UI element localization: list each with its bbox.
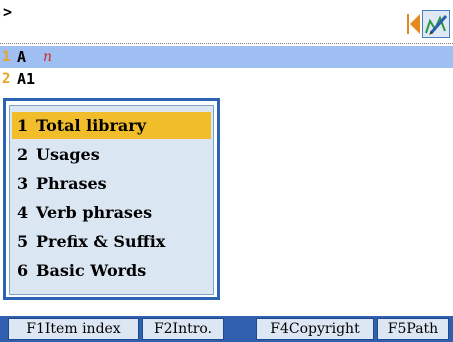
library-menu-list: 1 Total library 2 Usages 3 Phrases 4 Ver… [9, 105, 214, 295]
menu-item-prefix-suffix[interactable]: 5 Prefix & Suffix [12, 228, 211, 255]
menu-item-label: Basic Words [36, 261, 147, 280]
dictionary-screen: > 1 A n 2 A1 r [0, 0, 453, 342]
menu-item-verb-phrases[interactable]: 4 Verb phrases [12, 199, 211, 226]
row-number: 2 [2, 71, 11, 87]
menu-item-number: 1 [17, 116, 29, 135]
menu-item-label: Prefix & Suffix [36, 232, 166, 251]
f1-item-index-button[interactable]: F1Item index [8, 318, 139, 340]
headword: A1 [17, 70, 36, 88]
part-of-speech: n [43, 49, 53, 65]
input-prompt: > [3, 3, 13, 21]
f4-copyright-button[interactable]: F4Copyright [256, 318, 374, 340]
f5-path-button[interactable]: F5Path [377, 318, 449, 340]
result-row[interactable]: 2 A1 [0, 68, 453, 90]
handwriting-pen-icon[interactable] [422, 10, 450, 38]
library-menu: 1 Total library 2 Usages 3 Phrases 4 Ver… [3, 98, 220, 300]
menu-item-number: 5 [17, 232, 29, 251]
menu-item-label: Usages [36, 145, 100, 164]
menu-item-number: 3 [17, 174, 29, 193]
menu-item-label: Total library [36, 116, 147, 135]
menu-item-number: 2 [17, 145, 29, 164]
menu-item-label: Verb phrases [36, 203, 153, 222]
menu-item-label: Phrases [36, 174, 107, 193]
divider [0, 43, 453, 44]
menu-item-number: 6 [17, 261, 29, 280]
f2-intro-button[interactable]: F2Intro. [142, 318, 224, 340]
row-number: 1 [2, 49, 11, 65]
search-bar[interactable]: > [0, 0, 453, 44]
prev-arrow-icon[interactable] [405, 13, 421, 35]
result-row[interactable]: 1 A n [0, 46, 453, 68]
result-list: 1 A n 2 A1 [0, 46, 453, 90]
menu-item-basic-words[interactable]: 6 Basic Words [12, 257, 211, 284]
menu-item-usages[interactable]: 2 Usages [12, 141, 211, 168]
headword: A [17, 48, 27, 66]
menu-item-phrases[interactable]: 3 Phrases [12, 170, 211, 197]
function-key-bar: F1Item index F2Intro. F4Copyright F5Path [0, 316, 453, 342]
menu-item-number: 4 [17, 203, 29, 222]
menu-item-total-library[interactable]: 1 Total library [12, 112, 211, 139]
